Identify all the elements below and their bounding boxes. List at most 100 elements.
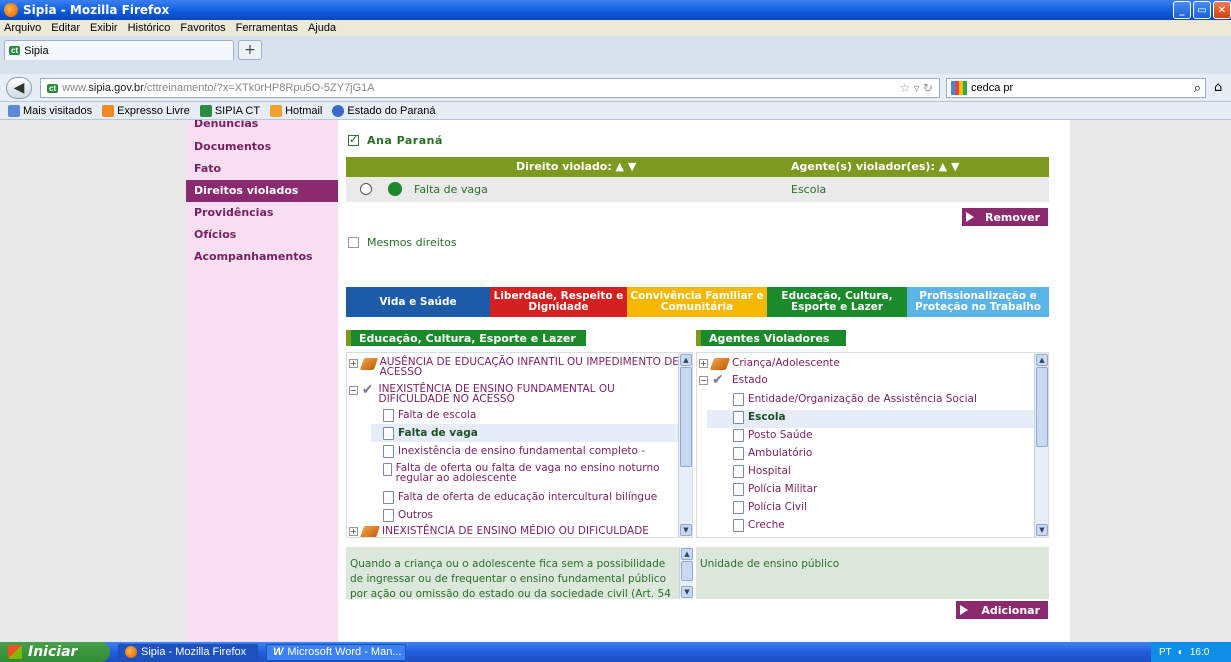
- tab-profissionalizacao[interactable]: Profissionalização e Proteção no Trabalho: [907, 287, 1049, 317]
- tab-vida-saude[interactable]: Vida e Saúde: [346, 287, 490, 317]
- column-header-direito[interactable]: Direito violado: ▲ ▼: [516, 160, 636, 173]
- tree-leaf[interactable]: Posto Saúde: [733, 429, 813, 442]
- scroll-thumb[interactable]: [680, 367, 692, 467]
- search-icon[interactable]: ⌕: [1194, 80, 1201, 96]
- taskbar-item-firefox[interactable]: Sipia - Mozilla Firefox: [118, 643, 258, 661]
- site-identity-icon[interactable]: ct: [47, 83, 59, 93]
- home-icon[interactable]: ⌂: [1214, 80, 1222, 95]
- windows-logo-icon: [8, 645, 22, 659]
- tree-leaf[interactable]: Entidade/Organização de Assistência Soci…: [733, 393, 977, 406]
- tree-leaf[interactable]: Outros: [383, 509, 433, 522]
- person-name: Ana Paraná: [367, 134, 443, 147]
- language-indicator[interactable]: PT: [1159, 647, 1172, 658]
- tree-leaf[interactable]: Falta de escola: [383, 409, 476, 422]
- minimize-button[interactable]: _: [1173, 1, 1191, 19]
- book-icon: [359, 526, 381, 537]
- sipia-favicon: ct: [9, 46, 21, 55]
- tree-leaf[interactable]: Polícia Militar: [733, 483, 817, 496]
- tab-sipia[interactable]: ct Sipia: [4, 40, 234, 60]
- menu-favoritos[interactable]: Favoritos: [180, 22, 225, 34]
- tab-educacao[interactable]: Educação, Cultura, Esporte e Lazer: [767, 287, 907, 317]
- right-section-title: Agentes Violadores: [696, 330, 846, 346]
- column-header-agente[interactable]: Agente(s) violador(es): ▲ ▼: [791, 160, 959, 173]
- sidebar-item-providencias[interactable]: Providências: [186, 202, 338, 224]
- url-bar[interactable]: ct www. sipia.gov.br/cttreinamento/?x=XTk…: [40, 78, 940, 98]
- scroll-down-icon[interactable]: ▼: [681, 586, 693, 598]
- person-checkbox[interactable]: [348, 133, 359, 146]
- scroll-down-icon[interactable]: ▼: [1036, 524, 1048, 536]
- add-button[interactable]: Adicionar: [956, 601, 1048, 619]
- tab-liberdade[interactable]: Liberdade, Respeito e Dignidade: [490, 287, 627, 317]
- tree-leaf[interactable]: Falta de oferta ou falta de vaga no ensi…: [383, 463, 683, 483]
- sidebar-item-direitos-violados[interactable]: Direitos violados: [186, 180, 338, 202]
- table-row: Falta de vaga Escola: [346, 177, 1049, 202]
- bookmark-hotmail[interactable]: Hotmail: [270, 104, 322, 117]
- menu-editar[interactable]: Editar: [51, 22, 80, 34]
- back-button[interactable]: ◀: [6, 77, 32, 99]
- tree-node-inexistencia-fundamental[interactable]: − ✔ INEXISTÊNCIA DE ENSINO FUNDAMENTAL O…: [349, 382, 679, 404]
- tree-node-estado[interactable]: − ✔ Estado: [699, 372, 768, 388]
- remove-button[interactable]: Remover: [962, 208, 1048, 226]
- close-button[interactable]: ✕: [1213, 1, 1231, 19]
- description-scrollbar[interactable]: ▲ ▼: [679, 547, 693, 599]
- bookmark-star-icon[interactable]: ☆ ▿ ↻: [899, 81, 933, 95]
- expand-icon[interactable]: +: [349, 359, 358, 368]
- scroll-thumb[interactable]: [681, 561, 693, 581]
- collapse-icon[interactable]: −: [699, 376, 708, 385]
- scroll-up-icon[interactable]: ▲: [681, 548, 693, 560]
- right-tree-scrollbar[interactable]: ▲ ▼: [1034, 353, 1048, 537]
- google-icon[interactable]: [951, 81, 967, 95]
- tree-leaf[interactable]: Ambulatório: [733, 447, 812, 460]
- menu-historico[interactable]: Histórico: [128, 22, 171, 34]
- bookmark-mais-visitados[interactable]: Mais visitados: [8, 104, 92, 117]
- taskbar-item-word[interactable]: W Microsoft Word - Man...: [266, 643, 406, 661]
- expand-icon[interactable]: +: [349, 527, 358, 536]
- sidebar-item-acompanhamentos[interactable]: Acompanhamentos: [186, 246, 338, 268]
- scroll-up-icon[interactable]: ▲: [680, 354, 692, 366]
- tree-leaf[interactable]: Polícia Civil: [733, 501, 807, 514]
- tree-node-ausencia[interactable]: + AUSÊNCIA DE EDUCAÇÃO INFANTIL OU IMPED…: [349, 357, 679, 377]
- menu-arquivo[interactable]: Arquivo: [4, 22, 41, 34]
- sidebar-item-fato[interactable]: Fato: [186, 158, 338, 180]
- search-input[interactable]: cedca pr: [971, 82, 1013, 94]
- bookmark-expresso-livre[interactable]: Expresso Livre: [102, 104, 190, 117]
- tree-leaf[interactable]: Hospital: [733, 465, 791, 478]
- tab-label: Sipia: [24, 44, 49, 57]
- bookmark-sipia-ct[interactable]: SIPIA CT: [199, 104, 260, 117]
- left-tree-scrollbar[interactable]: ▲ ▼: [678, 353, 692, 537]
- tree-leaf[interactable]: Creche: [733, 519, 785, 532]
- bookmark-estado-parana[interactable]: Estado do Paraná: [332, 104, 435, 117]
- tree-leaf[interactable]: Inexistência de ensino fundamental compl…: [383, 445, 645, 458]
- tree-leaf-selected[interactable]: Falta de vaga: [383, 427, 478, 440]
- category-tabs: Vida e Saúde Liberdade, Respeito e Dignid…: [346, 287, 1049, 317]
- menu-exibir[interactable]: Exibir: [90, 22, 118, 34]
- tree-leaf-selected[interactable]: Escola: [733, 411, 786, 424]
- menu-ferramentas[interactable]: Ferramentas: [236, 22, 298, 34]
- same-rights-option: Mesmos direitos: [348, 236, 457, 249]
- clock: 16:0: [1189, 646, 1210, 658]
- same-rights-checkbox[interactable]: [348, 237, 359, 248]
- scroll-up-icon[interactable]: ▲: [1036, 354, 1048, 366]
- tray-icon[interactable]: ◐: [1178, 647, 1184, 658]
- document-icon: [383, 427, 394, 440]
- sidebar-item-denuncias[interactable]: Denúncias: [186, 120, 338, 136]
- search-box[interactable]: cedca pr ⌕: [946, 78, 1206, 98]
- row-radio[interactable]: [360, 183, 372, 195]
- checkmark-icon: ✔: [361, 382, 374, 398]
- new-tab-button[interactable]: +: [238, 40, 262, 60]
- tree-node-ensino-medio[interactable]: + INEXISTÊNCIA DE ENSINO MÉDIO OU DIFICU…: [349, 525, 679, 537]
- tree-node-crianca[interactable]: + Criança/Adolescente: [699, 357, 840, 370]
- expand-icon[interactable]: +: [699, 359, 708, 368]
- collapse-icon[interactable]: −: [349, 386, 358, 395]
- tree-leaf[interactable]: Falta de oferta de educação intercultura…: [383, 491, 657, 504]
- scroll-down-icon[interactable]: ▼: [680, 524, 692, 536]
- menu-ajuda[interactable]: Ajuda: [308, 22, 336, 34]
- maximize-button[interactable]: ▭: [1193, 1, 1211, 19]
- start-button[interactable]: Iniciar: [0, 642, 110, 662]
- scroll-thumb[interactable]: [1036, 367, 1048, 447]
- tab-convivencia[interactable]: Convivência Familiar e Comunitária: [627, 287, 767, 317]
- checkmark-icon: ✔: [712, 372, 724, 388]
- sidebar-item-documentos[interactable]: Documentos: [186, 136, 338, 158]
- window-controls: _ ▭ ✕: [1173, 1, 1231, 19]
- sidebar-item-oficios[interactable]: Ofícios: [186, 224, 338, 246]
